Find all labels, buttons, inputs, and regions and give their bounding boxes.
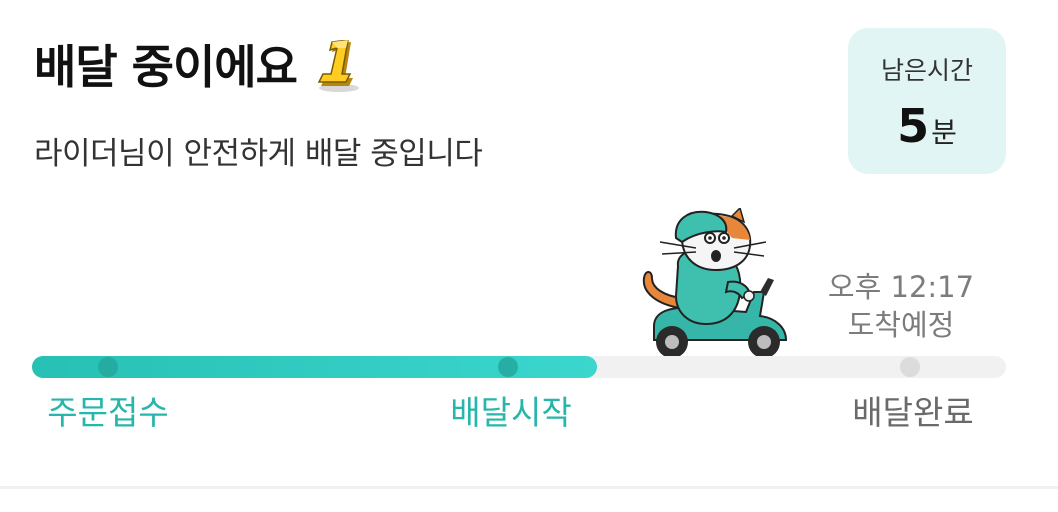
step-label-delivery-started: 배달시작 xyxy=(450,393,572,432)
step-dot-delivery-started xyxy=(498,357,518,377)
section-divider xyxy=(0,486,1058,489)
step-dot-delivery-complete xyxy=(900,357,920,377)
page-subtitle: 라이더님이 안전하게 배달 중입니다 xyxy=(34,136,483,172)
step-dot-order-received xyxy=(98,357,118,377)
page-title: 배달 중이에요 xyxy=(34,36,363,98)
delivery-progress-bar xyxy=(32,356,1006,378)
eta-block: 오후 12:17 도착예정 xyxy=(806,268,996,344)
cat-rider-scooter-icon xyxy=(642,208,788,358)
step-label-order-received: 주문접수 xyxy=(47,393,169,432)
eta-label: 도착예정 xyxy=(847,308,955,342)
remaining-time-value: 5분 xyxy=(848,96,1006,167)
eta-time: 오후 12:17 xyxy=(827,270,975,304)
title-text: 배달 중이에요 xyxy=(34,40,298,94)
number-one-badge-icon xyxy=(317,40,359,92)
remaining-time-number: 5 xyxy=(897,99,930,153)
delivery-status-card: 배달 중이에요 라이더님이 안전하게 배달 중입니다 남은시간 5분 오후 12… xyxy=(0,0,1058,512)
step-label-delivery-complete: 배달완료 xyxy=(852,393,974,432)
remaining-time-box: 남은시간 5분 xyxy=(848,28,1006,174)
remaining-time-unit: 분 xyxy=(931,116,957,149)
remaining-time-label: 남은시간 xyxy=(880,56,973,85)
